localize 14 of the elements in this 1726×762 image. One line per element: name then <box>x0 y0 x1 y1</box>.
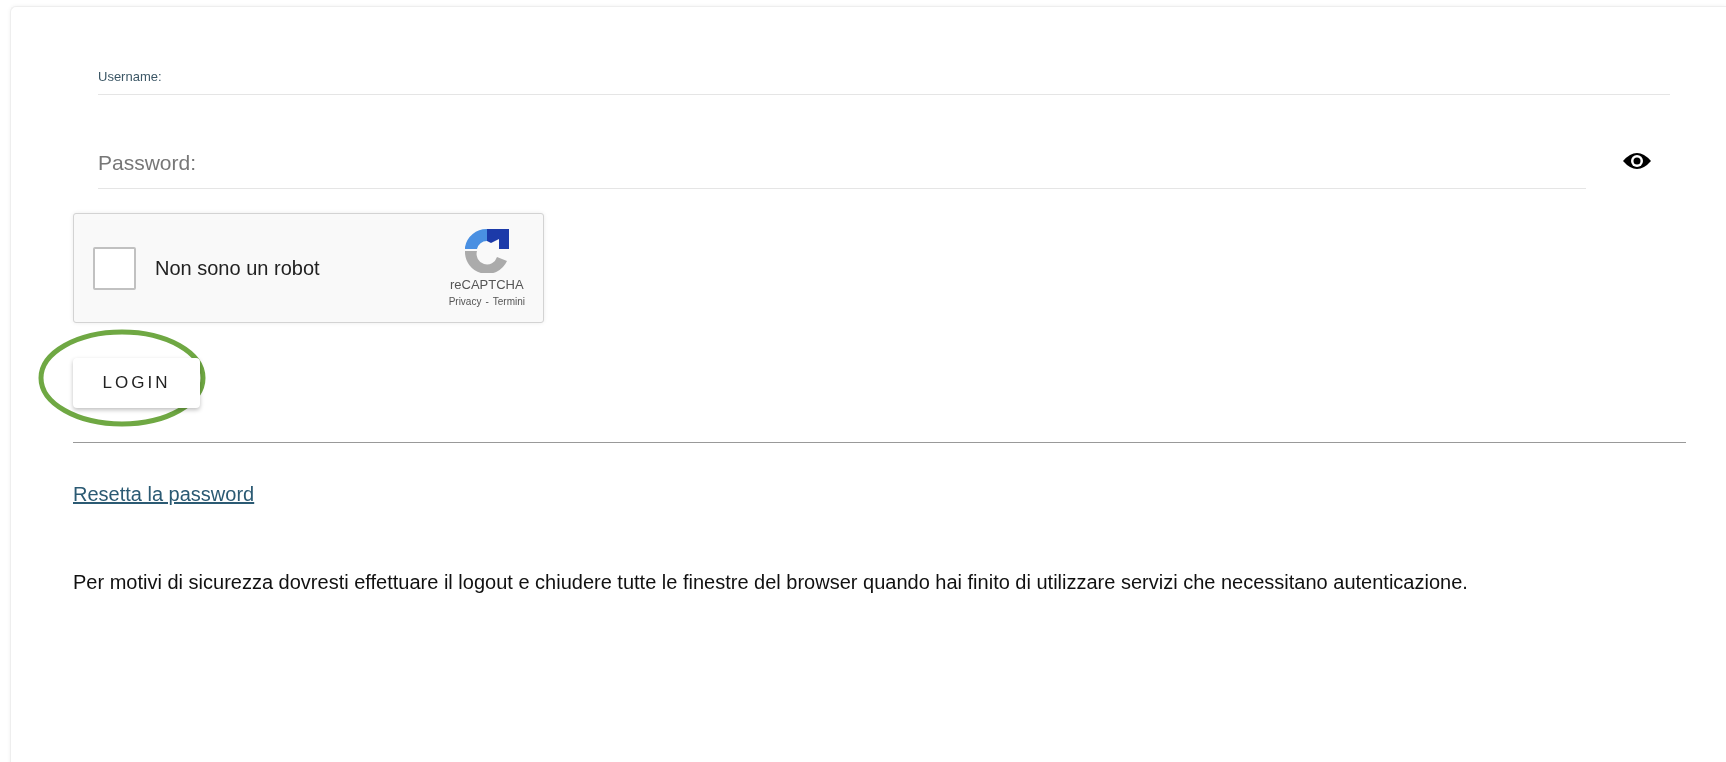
captcha-label: Non sono un robot <box>155 256 320 281</box>
field-label: Username: <box>98 69 162 85</box>
captcha-link[interactable]: Privacy <box>448 294 482 310</box>
password-field[interactable]: Password: <box>98 137 1586 189</box>
username-field[interactable]: Username: <box>98 7 1670 95</box>
captcha-link[interactable]: Termini <box>492 294 525 310</box>
recaptcha-logo-icon <box>462 226 511 273</box>
eye-icon[interactable] <box>1622 151 1652 171</box>
captcha-link[interactable]: - <box>485 294 489 310</box>
reset-password-link[interactable]: Resetta la password <box>73 483 255 505</box>
login-button[interactable]: LOGIN <box>73 358 200 408</box>
captcha-brand: reCAPTCHA <box>449 275 524 294</box>
security-notice: Per motivi di sicurezza dovresti effettuare il logout e chiudere tutte le finestre del browser quando hai finito di utilizzare servizi che necessitano autenticazione. <box>73 570 1469 595</box>
captcha-checkbox[interactable] <box>93 246 136 290</box>
